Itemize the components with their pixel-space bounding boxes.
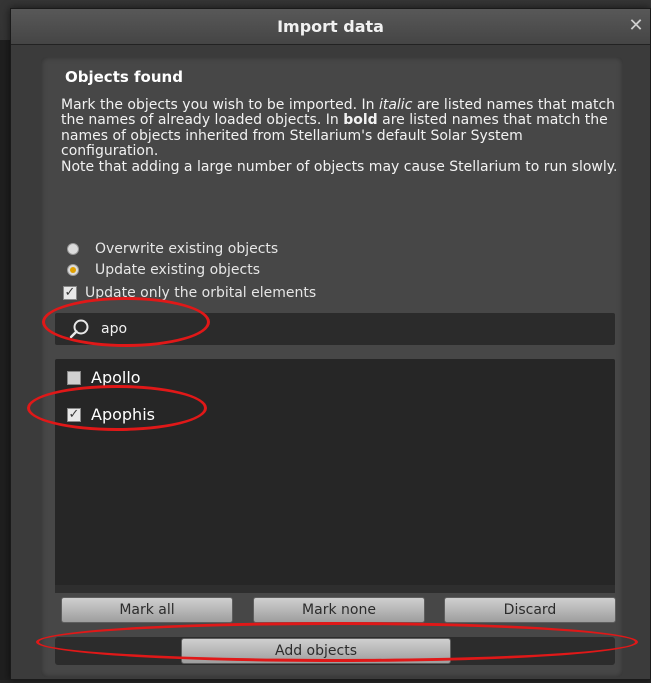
close-icon[interactable]: ✕ <box>626 16 646 36</box>
list-item-apollo[interactable]: Apollo <box>67 368 141 387</box>
overwrite-radio[interactable] <box>67 243 79 255</box>
search-icon <box>69 319 89 339</box>
search-input[interactable]: apo <box>101 321 127 337</box>
orbital-option[interactable]: ✓ Update only the orbital elements <box>63 285 316 301</box>
dialog-title: Import data <box>277 17 384 36</box>
panel-description: Mark the objects you wish to be imported… <box>61 97 618 175</box>
add-objects-button[interactable]: Add objects <box>181 638 451 664</box>
mark-none-button[interactable]: Mark none <box>253 597 425 623</box>
title-bar[interactable]: Import data ✕ <box>11 9 650 45</box>
discard-button[interactable]: Discard <box>444 597 616 623</box>
list-scroll-area <box>55 585 615 593</box>
bold-word: bold <box>343 112 378 129</box>
search-field[interactable]: apo <box>55 313 615 345</box>
objects-found-panel: Objects found Mark the objects you wish … <box>41 57 623 677</box>
performance-note: Note that adding a large number of objec… <box>61 158 618 175</box>
update-radio[interactable] <box>67 264 79 276</box>
apollo-label: Apollo <box>91 368 141 387</box>
objects-list[interactable]: Apollo ✓ Apophis <box>55 359 615 587</box>
apophis-label: Apophis <box>91 405 155 424</box>
update-label: Update existing objects <box>95 262 261 278</box>
overwrite-label: Overwrite existing objects <box>95 241 279 257</box>
orbital-checkbox[interactable]: ✓ <box>63 286 77 300</box>
mark-all-button[interactable]: Mark all <box>61 597 233 623</box>
orbital-label: Update only the orbital elements <box>85 285 317 301</box>
apollo-checkbox[interactable] <box>67 370 81 385</box>
italic-word: italic <box>378 97 413 113</box>
list-item-apophis[interactable]: ✓ Apophis <box>67 405 155 424</box>
apophis-checkbox[interactable]: ✓ <box>67 407 81 422</box>
update-option[interactable]: Update existing objects <box>67 262 260 278</box>
overwrite-option[interactable]: Overwrite existing objects <box>67 241 278 257</box>
import-data-dialog: Import data ✕ Objects found Mark the obj… <box>10 8 651 680</box>
panel-heading: Objects found <box>65 68 183 86</box>
